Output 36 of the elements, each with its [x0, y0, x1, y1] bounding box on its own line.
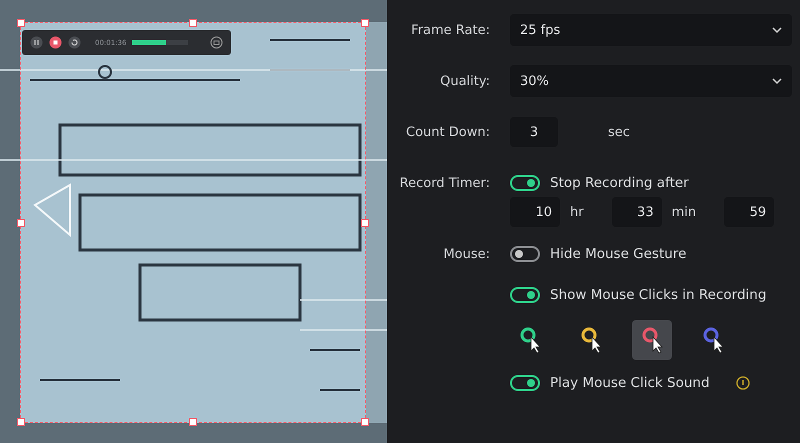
toggle-label: Play Mouse Click Sound: [550, 375, 710, 391]
restart-icon[interactable]: [68, 36, 81, 49]
setting-label: Record Timer:: [398, 174, 490, 192]
dropdown[interactable]: 25 fps: [510, 14, 792, 46]
toggle-switch[interactable]: [510, 287, 540, 303]
camera-icon[interactable]: [210, 36, 223, 49]
toggle-switch[interactable]: [510, 375, 540, 391]
stop-icon[interactable]: [49, 36, 62, 49]
setting-label: Mouse:: [442, 246, 490, 264]
number-field[interactable]: 59: [724, 197, 774, 227]
chevron-down-icon: [772, 26, 782, 34]
number-field[interactable]: 3: [510, 117, 558, 147]
setting-label: Count Down:: [405, 124, 490, 142]
toggle-switch[interactable]: [510, 175, 540, 191]
dropdown[interactable]: 30%: [510, 65, 792, 97]
toggle-switch[interactable]: [510, 246, 540, 262]
toggle-label: Show Mouse Clicks in Recording: [550, 287, 766, 303]
toggle-label: Stop Recording after: [550, 175, 689, 191]
number-field[interactable]: 10: [510, 197, 560, 227]
unit-label: min: [672, 204, 696, 220]
chevron-down-icon: [772, 78, 782, 84]
resize-handle[interactable]: [17, 418, 25, 426]
resize-handle[interactable]: [189, 418, 197, 426]
number-field[interactable]: 33: [612, 197, 662, 227]
toggle-label: Hide Mouse Gesture: [550, 246, 686, 262]
info-icon[interactable]: [736, 376, 750, 390]
resize-handle[interactable]: [361, 418, 369, 426]
resize-handle[interactable]: [17, 19, 25, 27]
pause-icon[interactable]: [30, 36, 43, 49]
setting-label: Quality:: [439, 72, 490, 90]
resize-handle[interactable]: [361, 19, 369, 27]
unit-label: sec: [608, 124, 630, 140]
setting-label: Frame Rate:: [410, 22, 490, 40]
resize-handle[interactable]: [189, 19, 197, 27]
unit-label: hr: [570, 204, 584, 220]
cursor-style-option[interactable]: [632, 320, 672, 360]
